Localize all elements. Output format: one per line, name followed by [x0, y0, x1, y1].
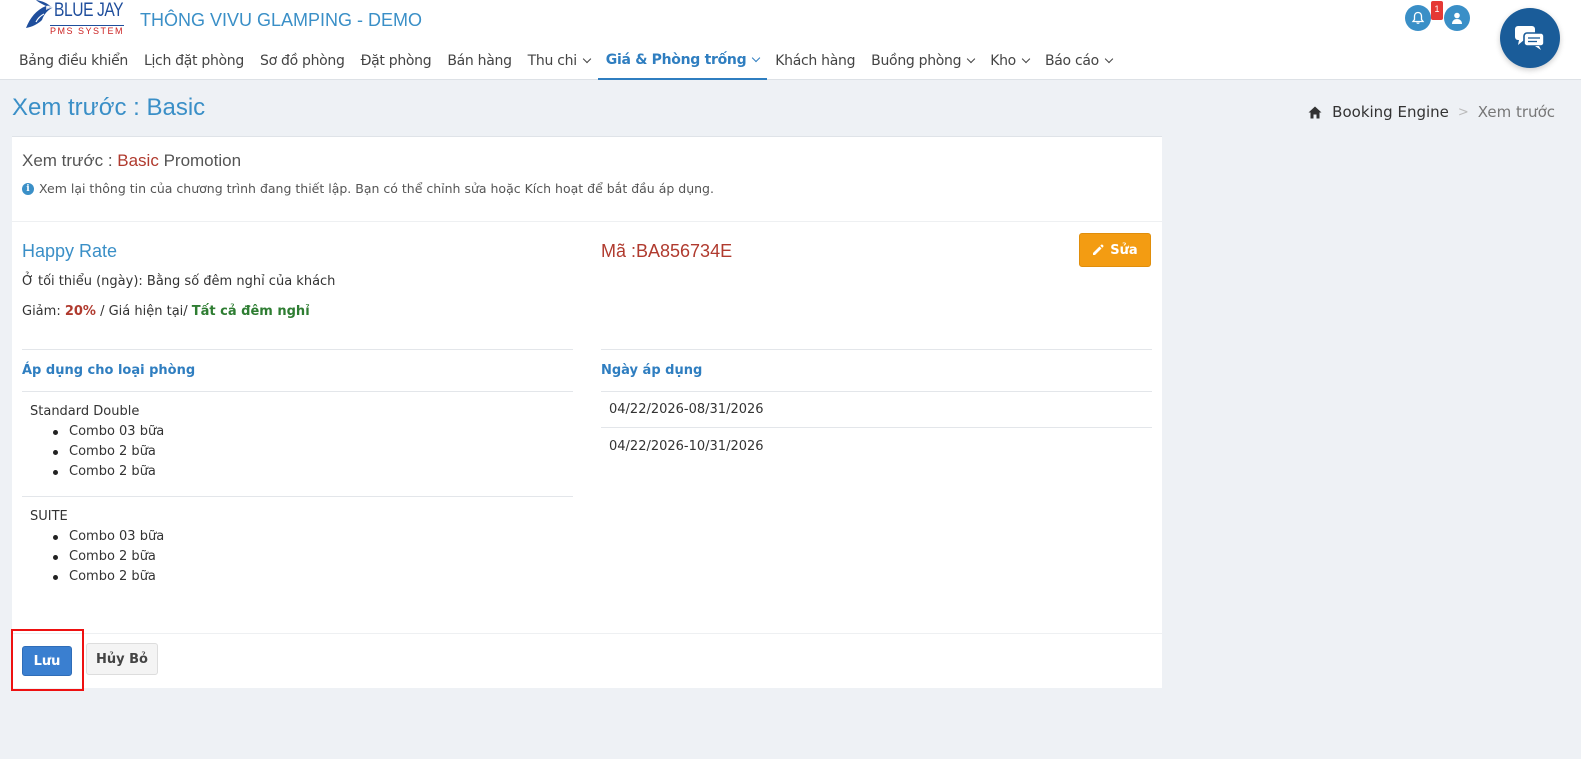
app-logo[interactable]: BLUE JAY PMS SYSTEM [20, 0, 125, 38]
edit-button-label: Sửa [1110, 242, 1138, 258]
rate-plan-item: Combo 03 bữa [53, 422, 565, 442]
page-title: Xem trước : Basic [12, 94, 206, 121]
rate-plan-label: Combo 2 bữa [69, 464, 156, 479]
rate-plan-label: Combo 2 bữa [69, 444, 156, 459]
user-icon [1452, 12, 1462, 24]
logo-subtitle: PMS SYSTEM [50, 25, 125, 36]
card-title-highlight: Basic [117, 151, 159, 170]
rate-plan-list: Combo 03 bữa Combo 2 bữa Combo 2 bữa [53, 422, 565, 482]
bullet-icon [53, 429, 58, 435]
bullet-icon [53, 469, 58, 475]
rate-plan-item: Combo 2 bữa [53, 442, 565, 462]
nav-item-customers[interactable]: Khách hàng [767, 42, 863, 80]
promotion-name: Happy Rate [22, 241, 118, 261]
nav-item-label: Buồng phòng [871, 53, 962, 69]
room-types-header: Áp dụng cho loại phòng [22, 349, 573, 392]
discount-text: Giảm: 20% / Giá hiện tại/ Tất cả đêm ngh… [22, 304, 310, 319]
notifications-button[interactable] [1405, 5, 1431, 31]
cancel-button[interactable]: Hủy Bỏ [86, 643, 158, 675]
breadcrumb-separator: > [1457, 104, 1469, 120]
nav-item-label: Báo cáo [1044, 53, 1099, 69]
nav-item-dashboard[interactable]: Bảng điều khiển [0, 42, 136, 80]
date-range-row: 04/22/2026-10/31/2026 [609, 438, 764, 454]
nav-item-income-expense[interactable]: Thu chi [520, 42, 598, 80]
bell-icon [1411, 11, 1425, 24]
nav-item-reports[interactable]: Báo cáo [1037, 42, 1120, 80]
rate-plan-label: Combo 03 bữa [69, 529, 165, 544]
rate-plan-list: Combo 03 bữa Combo 2 bữa Combo 2 bữa [53, 527, 565, 587]
info-note-text: Xem lại thông tin của chương trình đang … [39, 181, 714, 196]
rate-plan-item: Combo 03 bữa [53, 527, 565, 547]
nav-item-label: Khách hàng [775, 53, 856, 69]
nav-item-reservations[interactable]: Đặt phòng [353, 42, 440, 80]
info-icon: i [22, 182, 34, 195]
bullet-icon [53, 574, 58, 580]
room-type-name: Standard Double [30, 404, 140, 419]
chevron-down-icon [582, 54, 592, 64]
home-icon[interactable] [1308, 106, 1322, 119]
nav-item-sales[interactable]: Bán hàng [439, 42, 519, 80]
rate-plan-item: Combo 2 bữa [53, 462, 565, 482]
info-note: i Xem lại thông tin của chương trình đan… [22, 181, 1152, 196]
main-nav: Bảng điều khiển Lịch đặt phòng Sơ đồ phò… [0, 42, 1120, 80]
nav-item-label: Giá & Phòng trống [605, 52, 747, 68]
card-title-suffix: Promotion [158, 151, 242, 170]
card-title: Xem trước : Basic Promotion [22, 151, 1152, 171]
bullet-icon [53, 449, 58, 455]
apply-dates-header: Ngày áp dụng [601, 349, 1152, 392]
room-type-item: Standard Double Combo 03 bữa Combo 2 bữa… [22, 392, 573, 497]
breadcrumb-current: Xem trước [1477, 103, 1555, 121]
nav-item-housekeeping[interactable]: Buồng phòng [863, 42, 982, 80]
rate-plan-label: Combo 2 bữa [69, 549, 156, 564]
notification-count-badge: 1 [1431, 1, 1443, 20]
discount-label: Giảm: [22, 304, 65, 319]
edit-button[interactable]: Sửa [1079, 233, 1151, 267]
rate-plan-label: Combo 03 bữa [69, 424, 165, 439]
nav-item-label: Lịch đặt phòng [143, 53, 244, 69]
chevron-down-icon [1021, 54, 1031, 64]
nav-item-label: Đặt phòng [360, 53, 432, 69]
discount-value: 20% [64, 304, 96, 319]
nav-item-label: Sơ đồ phòng [259, 53, 345, 69]
breadcrumb: Booking Engine > Xem trước [1308, 103, 1555, 121]
hotel-name: THÔNG VIVU GLAMPING - DEMO [140, 10, 423, 30]
nav-item-rates-availability[interactable]: Giá & Phòng trống [597, 42, 768, 80]
room-types-section: Áp dụng cho loại phòng Standard Double C… [22, 349, 573, 601]
chevron-down-icon [752, 53, 761, 63]
chevron-down-icon [1104, 54, 1114, 64]
nav-item-booking-calendar[interactable]: Lịch đặt phòng [136, 42, 252, 80]
highlight-annotation-box [11, 629, 84, 691]
chat-icon [1515, 26, 1545, 50]
rate-plan-item: Combo 2 bữa [53, 547, 565, 567]
breadcrumb-link-booking-engine[interactable]: Booking Engine [1332, 103, 1449, 121]
discount-scope: Tất cả đêm nghỉ [191, 304, 310, 319]
rate-plan-item: Combo 2 bữa [53, 567, 565, 587]
date-range-row: 04/22/2026-08/31/2026 [601, 392, 1152, 428]
nav-item-label: Bảng điều khiển [19, 53, 128, 69]
room-type-name: SUITE [30, 509, 68, 524]
user-menu-button[interactable] [1444, 5, 1470, 31]
promotion-code: Mã :BA856734E [601, 241, 733, 261]
pencil-icon [1093, 244, 1104, 255]
discount-mid: / Giá hiện tại/ [95, 304, 192, 319]
promotion-preview-card: Xem trước : Basic Promotion i Xem lại th… [12, 136, 1162, 688]
nav-item-label: Kho [990, 53, 1016, 69]
chevron-down-icon [966, 54, 976, 64]
live-chat-button[interactable] [1500, 8, 1560, 68]
logo-title: BLUE JAY [54, 0, 124, 21]
top-header: BLUE JAY PMS SYSTEM THÔNG VIVU GLAMPING … [0, 0, 1581, 80]
apply-dates-section: Ngày áp dụng 04/22/2026-08/31/2026 04/22… [601, 349, 1152, 464]
card-title-prefix: Xem trước : [22, 151, 118, 170]
min-stay-text: Ở tối thiểu (ngày): Bằng số đêm nghỉ của… [22, 274, 336, 289]
card-header: Xem trước : Basic Promotion i Xem lại th… [12, 137, 1162, 222]
bullet-icon [53, 534, 58, 540]
card-footer: Lưu Hủy Bỏ [12, 633, 1162, 689]
room-type-item: SUITE Combo 03 bữa Combo 2 bữa Combo 2 b… [22, 497, 573, 601]
rate-plan-label: Combo 2 bữa [69, 569, 156, 584]
bullet-icon [53, 554, 58, 560]
nav-item-room-map[interactable]: Sơ đồ phòng [252, 42, 353, 80]
nav-item-label: Thu chi [527, 53, 577, 69]
nav-item-label: Bán hàng [447, 53, 512, 69]
nav-item-inventory[interactable]: Kho [982, 42, 1037, 80]
